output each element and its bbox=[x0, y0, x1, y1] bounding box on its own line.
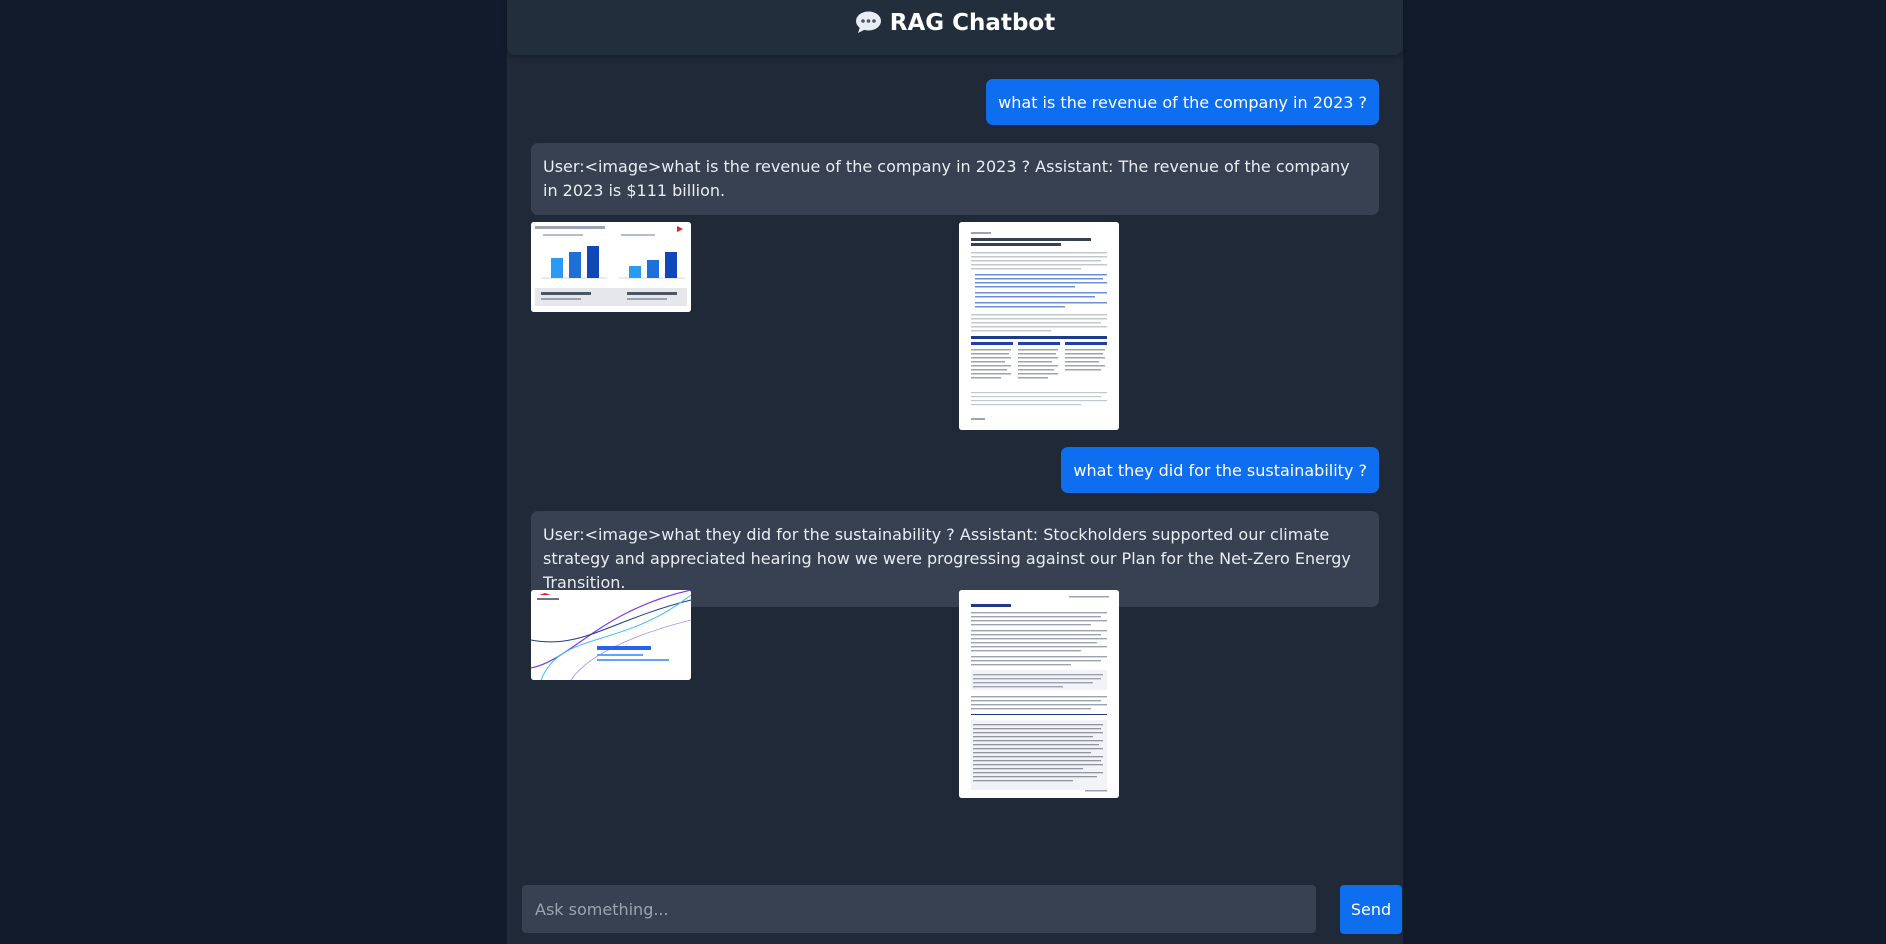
speech-bubble-icon bbox=[855, 11, 882, 34]
user-message: what they did for the sustainability ? bbox=[1061, 447, 1379, 493]
title-wrap: RAG Chatbot bbox=[855, 10, 1055, 36]
assistant-message: User:<image>what is the revenue of the c… bbox=[531, 143, 1379, 215]
user-message: what is the revenue of the company in 20… bbox=[986, 79, 1379, 125]
title-slide-thumbnail[interactable] bbox=[531, 590, 691, 680]
send-button[interactable]: Send bbox=[1340, 885, 1402, 934]
chat-header: RAG Chatbot bbox=[507, 0, 1403, 55]
document-page-thumbnail[interactable] bbox=[959, 590, 1119, 798]
page-title: RAG Chatbot bbox=[889, 9, 1056, 36]
chat-panel: RAG Chatbot what is the revenue of the c… bbox=[507, 0, 1403, 944]
message-input[interactable] bbox=[522, 885, 1316, 933]
chart-slide-thumbnail[interactable] bbox=[531, 222, 691, 312]
composer: Send bbox=[522, 885, 1402, 934]
document-page-thumbnail[interactable] bbox=[959, 222, 1119, 430]
